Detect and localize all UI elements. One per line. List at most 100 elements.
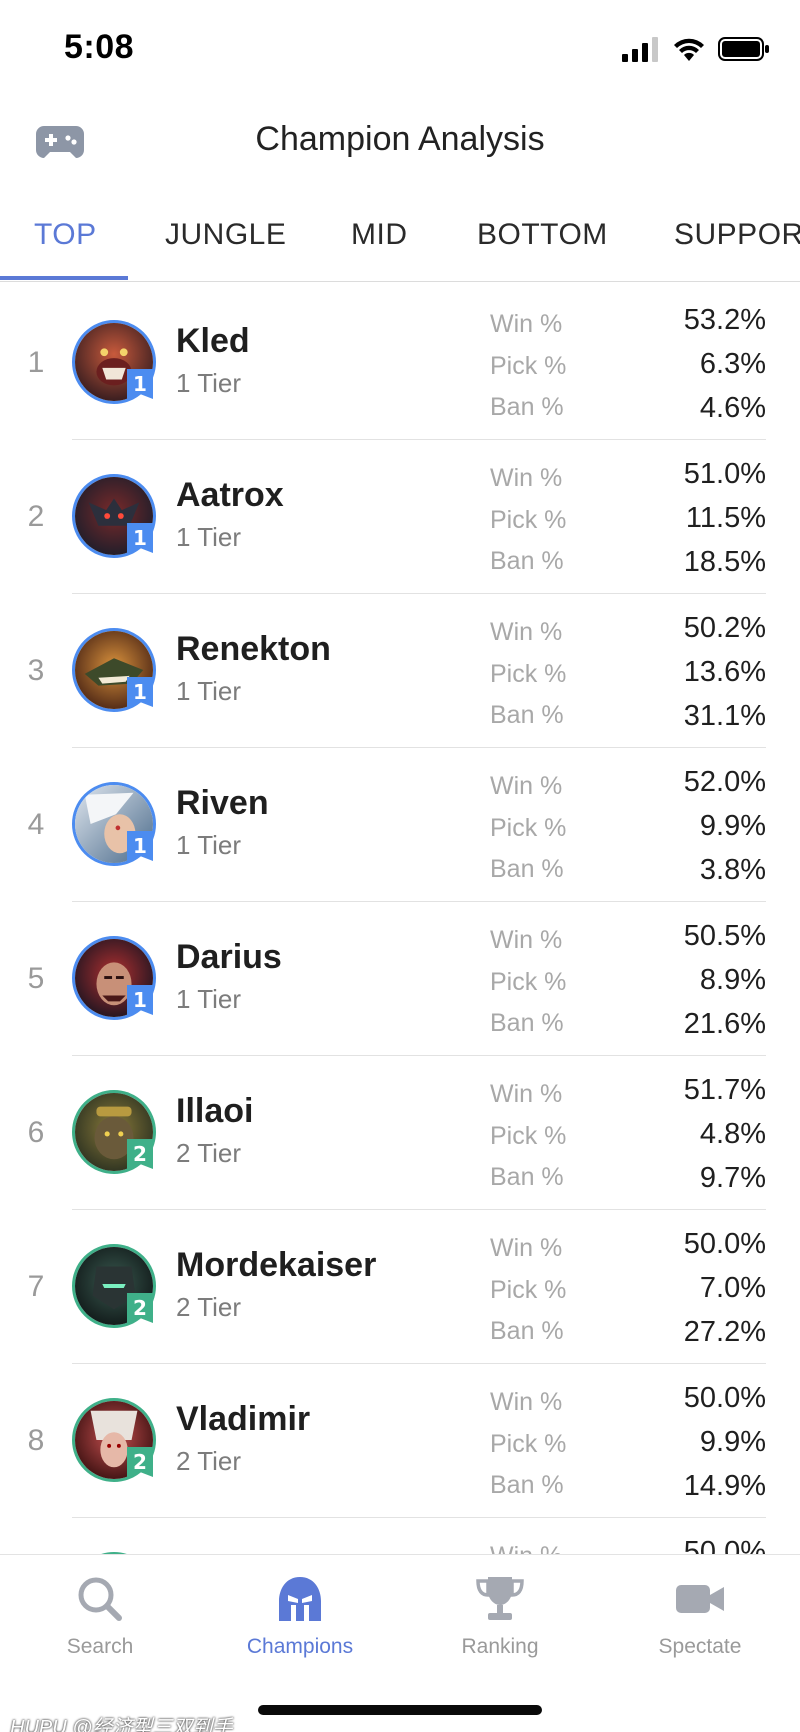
tier-badge-number: 2 xyxy=(133,1450,147,1474)
pick-rate-value: 13.6% xyxy=(683,656,766,688)
tier-badge-icon: 2 xyxy=(127,1447,153,1477)
nav-label: Ranking xyxy=(461,1635,539,1658)
status-bar: 5:08 xyxy=(0,0,800,100)
status-icons xyxy=(622,34,770,64)
tier-badge-number: 1 xyxy=(133,988,147,1012)
win-rate-value: 52.0% xyxy=(683,766,766,798)
pick-rate-label: Pick % xyxy=(490,814,567,842)
win-rate-value: 50.0% xyxy=(683,1382,766,1414)
champion-tier: 1 Tier xyxy=(176,522,242,552)
tier-badge-icon: 2 xyxy=(127,1139,153,1169)
role-tabs: TOP JUNGLE MID BOTTOM SUPPORT xyxy=(0,200,800,282)
tab-top[interactable]: TOP xyxy=(34,218,97,252)
pick-rate-label: Pick % xyxy=(490,660,567,688)
list-item[interactable]: 2 1 Aatrox 1 Tier Win % Pick % Ban % 51.… xyxy=(0,440,800,594)
rank-number: 4 xyxy=(27,808,45,841)
ban-rate-label: Ban % xyxy=(490,1471,564,1499)
tier-badge-icon: 1 xyxy=(127,831,153,861)
tab-support[interactable]: SUPPORT xyxy=(674,218,800,252)
champion-list[interactable]: 1 1 Kled 1 Tier Win % Pick % Ban % 53.2%… xyxy=(0,286,800,1554)
nav-label: Champions xyxy=(246,1635,354,1658)
ban-rate-label: Ban % xyxy=(490,1009,564,1037)
ban-rate-label: Ban % xyxy=(490,393,564,421)
rank-number: 7 xyxy=(27,1270,45,1303)
pick-rate-label: Pick % xyxy=(490,1430,567,1458)
nav-ranking[interactable]: Ranking xyxy=(400,1575,600,1675)
pick-rate-value: 9.9% xyxy=(699,1426,766,1458)
tier-badge-icon: 1 xyxy=(127,369,153,399)
champion-tier: 1 Tier xyxy=(176,368,242,398)
pick-rate-value: 9.9% xyxy=(699,810,766,842)
list-item[interactable]: Win % 50.0% xyxy=(0,1518,800,1554)
tab-mid[interactable]: MID xyxy=(351,218,408,252)
win-rate-value: 51.7% xyxy=(683,1074,766,1106)
win-rate-label: Win % xyxy=(490,1542,562,1554)
pick-rate-value: 7.0% xyxy=(699,1272,766,1304)
app-header: Champion Analysis xyxy=(0,100,800,190)
champion-name: Renekton xyxy=(176,630,331,668)
tier-badge-number: 1 xyxy=(133,526,147,550)
champion-name: Kled xyxy=(176,322,250,360)
win-rate-value: 50.5% xyxy=(683,920,766,952)
list-item[interactable]: 4 1 Riven 1 Tier Win % Pick % Ban % 52.0… xyxy=(0,748,800,902)
win-rate-value: 53.2% xyxy=(683,304,766,336)
ban-rate-value: 9.7% xyxy=(699,1162,766,1194)
pick-rate-label: Pick % xyxy=(490,352,567,380)
rank-number: 6 xyxy=(27,1116,45,1149)
champion-name: Darius xyxy=(176,938,282,976)
ban-rate-label: Ban % xyxy=(490,547,564,575)
tier-badge-icon: 1 xyxy=(127,985,153,1015)
pick-rate-value: 8.9% xyxy=(699,964,766,996)
tab-bottom[interactable]: BOTTOM xyxy=(477,218,608,252)
champion-tier: 2 Tier xyxy=(176,1292,242,1322)
win-rate-label: Win % xyxy=(490,1080,563,1108)
ban-rate-label: Ban % xyxy=(490,855,564,883)
wifi-icon xyxy=(674,38,704,61)
champion-tier: 1 Tier xyxy=(176,984,242,1014)
home-indicator[interactable] xyxy=(258,1705,542,1715)
list-item[interactable]: 6 2 Illaoi 2 Tier Win % Pick % Ban % 51.… xyxy=(0,1056,800,1210)
pick-rate-value: 6.3% xyxy=(699,348,766,380)
champion-tier: 2 Tier xyxy=(176,1138,242,1168)
nav-spectate[interactable]: Spectate xyxy=(600,1575,800,1675)
rank-number: 1 xyxy=(27,346,45,379)
win-rate-label: Win % xyxy=(490,772,563,800)
pick-rate-label: Pick % xyxy=(490,1276,567,1304)
pick-rate-value: 11.5% xyxy=(685,502,766,534)
win-rate-label: Win % xyxy=(490,926,563,954)
list-item[interactable]: 8 2 Vladimir 2 Tier Win % Pick % Ban % 5… xyxy=(0,1364,800,1518)
champion-name: Riven xyxy=(176,784,269,822)
watermark: HUPU @经济型三双到手 xyxy=(10,1717,233,1732)
list-item[interactable]: 3 1 Renekton 1 Tier Win % Pick % Ban % 5… xyxy=(0,594,800,748)
ban-rate-value: 4.6% xyxy=(699,392,766,424)
list-item[interactable]: 1 1 Kled 1 Tier Win % Pick % Ban % 53.2%… xyxy=(0,286,800,440)
champion-name: Aatrox xyxy=(176,476,284,514)
nav-champions[interactable]: Champions xyxy=(200,1575,400,1675)
champion-name: Vladimir xyxy=(176,1400,311,1438)
tier-badge-number: 1 xyxy=(133,680,147,704)
ban-rate-value: 31.1% xyxy=(683,700,766,732)
video-camera-icon xyxy=(676,1585,724,1613)
champion-tier: 1 Tier xyxy=(176,676,242,706)
nav-label: Spectate xyxy=(658,1635,742,1658)
pick-rate-value: 4.8% xyxy=(699,1118,766,1150)
win-rate-label: Win % xyxy=(490,310,563,338)
ban-rate-label: Ban % xyxy=(490,701,564,729)
nav-search[interactable]: Search xyxy=(0,1575,200,1675)
bottom-navigation: Search Champions Ranking Spectate HUPU @… xyxy=(0,1554,800,1732)
search-icon xyxy=(78,1577,122,1621)
rank-number: 5 xyxy=(27,962,45,995)
app-screen: 5:08 Champion Analysis TOP JUNGLE MID BO… xyxy=(0,0,800,1732)
champion-name: Mordekaiser xyxy=(176,1246,377,1284)
list-item[interactable]: 5 1 Darius 1 Tier Win % Pick % Ban % 50.… xyxy=(0,902,800,1056)
ban-rate-label: Ban % xyxy=(490,1163,564,1191)
trophy-icon xyxy=(476,1577,524,1620)
tab-jungle[interactable]: JUNGLE xyxy=(165,218,286,252)
helmet-icon xyxy=(279,1577,321,1621)
win-rate-label: Win % xyxy=(490,1388,563,1416)
champion-tier: 2 Tier xyxy=(176,1446,242,1476)
win-rate-value: 50.0% xyxy=(683,1536,766,1554)
tier-badge-icon: 2 xyxy=(127,1293,153,1323)
win-rate-label: Win % xyxy=(490,618,563,646)
list-item[interactable]: 7 2 Mordekaiser 2 Tier Win % Pick % Ban … xyxy=(0,1210,800,1364)
